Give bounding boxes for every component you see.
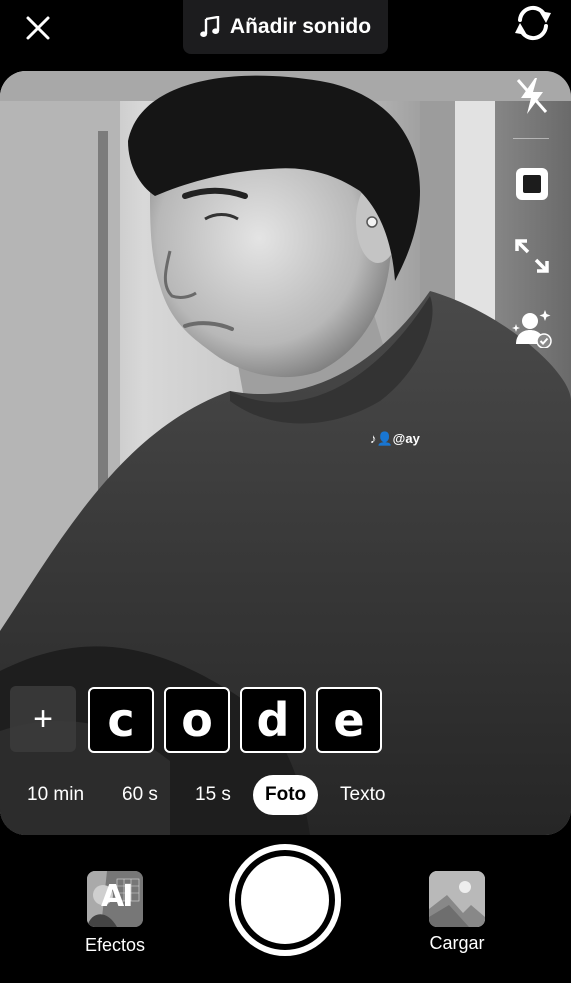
toolbar-divider [513,138,549,139]
shutter-inner [241,856,329,944]
shutter-button[interactable] [229,844,341,956]
mode-texto[interactable]: Texto [340,775,385,815]
username-watermark: ♪👤@ay [370,431,420,446]
effects-ai-badge: AI [101,879,133,914]
upload-button[interactable]: Cargar [424,871,490,954]
effects-thumbnail: AI [87,871,143,927]
mode-10-min[interactable]: 10 min [27,775,84,815]
music-note-icon [200,16,220,37]
letter-tile-c[interactable]: c [88,687,154,753]
add-sticker-button[interactable]: + [10,686,76,752]
upload-label: Cargar [429,933,485,953]
ratio-square-icon [516,168,548,200]
zoom-expand-button[interactable] [507,231,557,281]
bottom-controls: AI Efectos Cargar [0,835,571,983]
add-sound-label: Añadir sonido [229,15,372,38]
gallery-image-icon [429,871,485,927]
close-button[interactable] [20,10,56,46]
flash-off-icon [516,78,548,114]
ai-avatar-button[interactable] [507,303,557,353]
letter-tile-d[interactable]: d [240,687,306,753]
mode-60-s[interactable]: 60 s [122,775,158,815]
capture-mode-selector: 10 min 60 s 15 s Foto Texto [0,775,571,815]
upload-thumbnail [429,871,485,927]
top-bar: Añadir sonido [0,0,571,54]
flip-camera-icon [515,5,551,41]
flash-button[interactable] [507,71,557,121]
mode-15-s[interactable]: 15 s [195,775,231,815]
effects-button[interactable]: AI Efectos [80,871,150,956]
letter-tile-o[interactable]: o [164,687,230,753]
add-sound-button[interactable]: Añadir sonido [183,0,388,54]
aspect-ratio-button[interactable] [507,159,557,209]
camera-viewfinder[interactable]: ♪👤@ay + c o d e 10 min 60 s 15 s Foto Te… [0,71,571,835]
plus-icon: + [33,699,53,738]
flip-camera-button[interactable] [510,2,556,44]
effects-label: Efectos [84,935,146,955]
letter-tile-e[interactable]: e [316,687,382,753]
expand-arrows-icon [515,239,549,273]
mode-foto[interactable]: Foto [253,775,319,815]
close-icon [26,16,50,40]
user-sparkle-icon [512,310,552,348]
